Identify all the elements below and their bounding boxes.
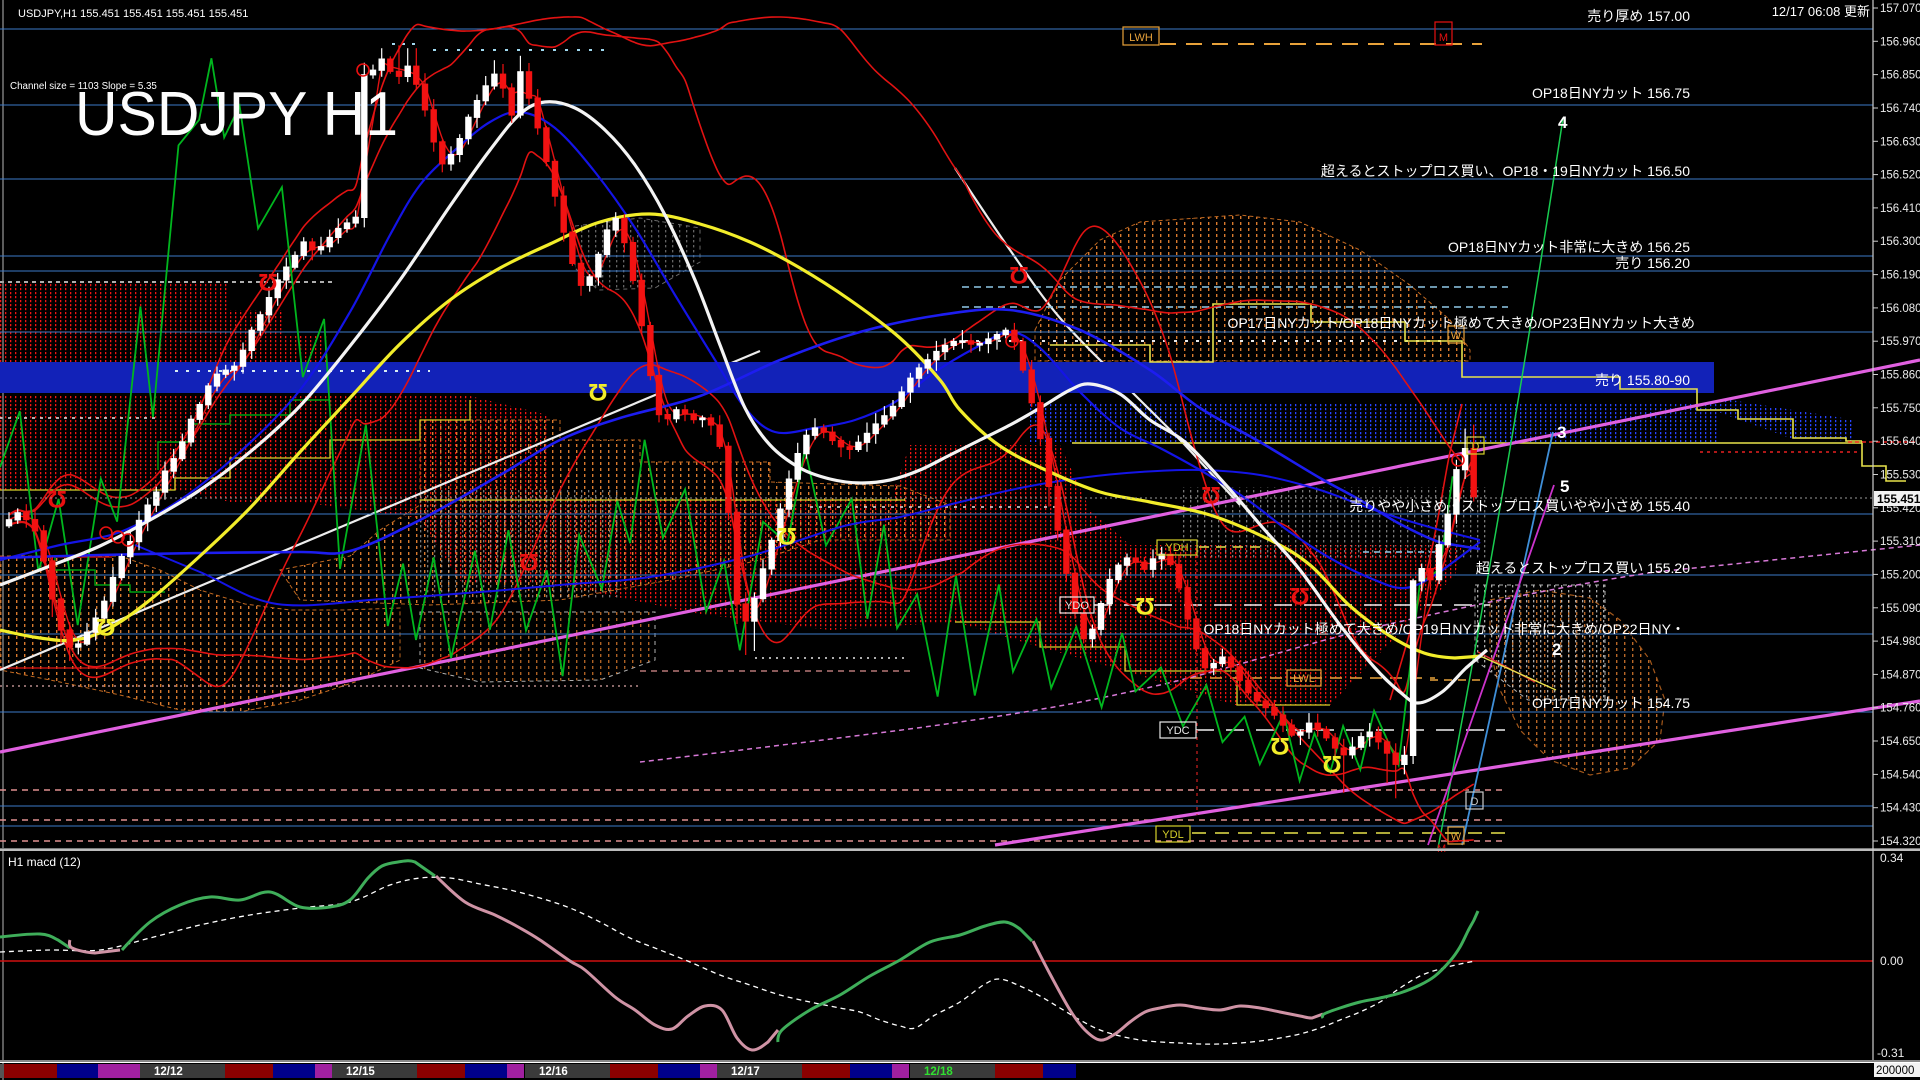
svg-text:4: 4 [1558, 113, 1568, 132]
svg-text:YDO: YDO [1065, 600, 1089, 612]
svg-text:5: 5 [1560, 477, 1569, 496]
svg-text:W: W [1451, 831, 1462, 843]
svg-text:LWH: LWH [1129, 32, 1153, 44]
svg-text:売り 156.20: 売り 156.20 [1615, 255, 1690, 271]
svg-text:Ω: Ω [588, 378, 607, 405]
svg-text:Ω: Ω [1270, 732, 1289, 759]
svg-text:156.850: 156.850 [1880, 70, 1920, 82]
svg-text:-0.31: -0.31 [1877, 1046, 1905, 1060]
svg-text:2: 2 [1552, 640, 1561, 659]
svg-text:156.080: 156.080 [1880, 303, 1920, 315]
svg-text:W: W [1451, 330, 1462, 342]
svg-text:D: D [1471, 796, 1479, 808]
svg-text:156.960: 156.960 [1880, 36, 1920, 48]
svg-text:156.300: 156.300 [1880, 236, 1920, 248]
svg-text:D: D [1472, 441, 1480, 453]
svg-text:154.320: 154.320 [1880, 836, 1920, 848]
svg-text:Ω: Ω [1135, 592, 1154, 619]
svg-text:155.640: 155.640 [1880, 436, 1920, 448]
svg-text:OP17日NYカット 154.75: OP17日NYカット 154.75 [1532, 695, 1690, 711]
svg-text:12/18: 12/18 [924, 1066, 953, 1078]
svg-text:12/17: 12/17 [731, 1066, 760, 1078]
svg-text:Ω: Ω [1009, 261, 1028, 288]
svg-text:YDH: YDH [1165, 542, 1188, 554]
svg-text:155.090: 155.090 [1880, 603, 1920, 615]
svg-text:OP18日NYカット非常に大きめ 156.25: OP18日NYカット非常に大きめ 156.25 [1448, 239, 1690, 255]
svg-text:OP18日NYカット 156.75: OP18日NYカット 156.75 [1532, 85, 1690, 101]
svg-text:YDL: YDL [1162, 829, 1183, 841]
svg-text:Ω: Ω [1201, 481, 1220, 508]
svg-text:156.410: 156.410 [1880, 203, 1920, 215]
svg-text:Ω: Ω [777, 522, 796, 549]
svg-text:3: 3 [1557, 423, 1566, 442]
svg-text:154.650: 154.650 [1880, 736, 1920, 748]
svg-text:155.200: 155.200 [1880, 569, 1920, 581]
svg-text:156.630: 156.630 [1880, 136, 1920, 148]
svg-text:154.980: 154.980 [1880, 636, 1920, 648]
svg-text:200000: 200000 [1876, 1065, 1914, 1077]
svg-text:156.740: 156.740 [1880, 103, 1920, 115]
svg-text:155.530: 155.530 [1880, 470, 1920, 482]
svg-text:Ω: Ω [1322, 750, 1341, 777]
svg-text:154.540: 154.540 [1880, 769, 1920, 781]
svg-text:155.750: 155.750 [1880, 403, 1920, 415]
svg-text:12/12: 12/12 [154, 1066, 183, 1078]
svg-text:Ω: Ω [1290, 582, 1309, 609]
svg-text:USDJPY,H1 155.451 155.451 155: USDJPY,H1 155.451 155.451 155.451 155.45… [18, 8, 248, 20]
svg-text:0.34: 0.34 [1880, 851, 1904, 865]
svg-text:0.00: 0.00 [1880, 954, 1904, 968]
svg-text:155.860: 155.860 [1880, 370, 1920, 382]
svg-text:12/17 06:08 更新: 12/17 06:08 更新 [1772, 4, 1870, 19]
svg-text:売り 155.80-90: 売り 155.80-90 [1595, 372, 1690, 388]
svg-text:156.190: 156.190 [1880, 270, 1920, 282]
svg-text:155.310: 155.310 [1880, 536, 1920, 548]
svg-text:154.870: 154.870 [1880, 669, 1920, 681]
svg-text:154.430: 154.430 [1880, 803, 1920, 815]
svg-text:USDJPY H1: USDJPY H1 [75, 80, 398, 149]
svg-text:OP17日NYカット/OP18日NYカット極めて大きめ/OP: OP17日NYカット/OP18日NYカット極めて大きめ/OP23日NYカット大き… [1227, 315, 1695, 331]
svg-text:156.520: 156.520 [1880, 170, 1920, 182]
svg-text:157.070: 157.070 [1880, 3, 1920, 15]
svg-text:超えるとストップロス買い 155.20: 超えるとストップロス買い 155.20 [1476, 560, 1691, 576]
svg-text:155.451: 155.451 [1877, 492, 1920, 506]
svg-text:Ω: Ω [258, 268, 277, 295]
svg-text:154.760: 154.760 [1880, 703, 1920, 715]
svg-text:Ω: Ω [519, 548, 538, 575]
svg-text:YDC: YDC [1166, 725, 1189, 737]
svg-text:LWL: LWL [1293, 673, 1315, 685]
svg-text:売り厚め 157.00: 売り厚め 157.00 [1587, 8, 1690, 24]
svg-text:Ω: Ω [96, 613, 115, 640]
svg-text:12/15: 12/15 [346, 1066, 375, 1078]
svg-text:売りやや小さめ・ストップロス買いやや小さめ 155.40: 売りやや小さめ・ストップロス買いやや小さめ 155.40 [1349, 498, 1690, 514]
svg-text:超えるとストップロス買い、OP18・19日NYカット 156: 超えるとストップロス買い、OP18・19日NYカット 156.50 [1321, 163, 1690, 179]
svg-text:12/16: 12/16 [539, 1066, 568, 1078]
svg-text:H1 macd (12): H1 macd (12) [8, 855, 81, 869]
svg-text:155.970: 155.970 [1880, 336, 1920, 348]
svg-text:M: M [1439, 32, 1448, 44]
svg-text:OP18日NYカット極めて大きめ/OP19日NYカット非常に: OP18日NYカット極めて大きめ/OP19日NYカット非常に大きめ/OP22日N… [1203, 621, 1685, 637]
